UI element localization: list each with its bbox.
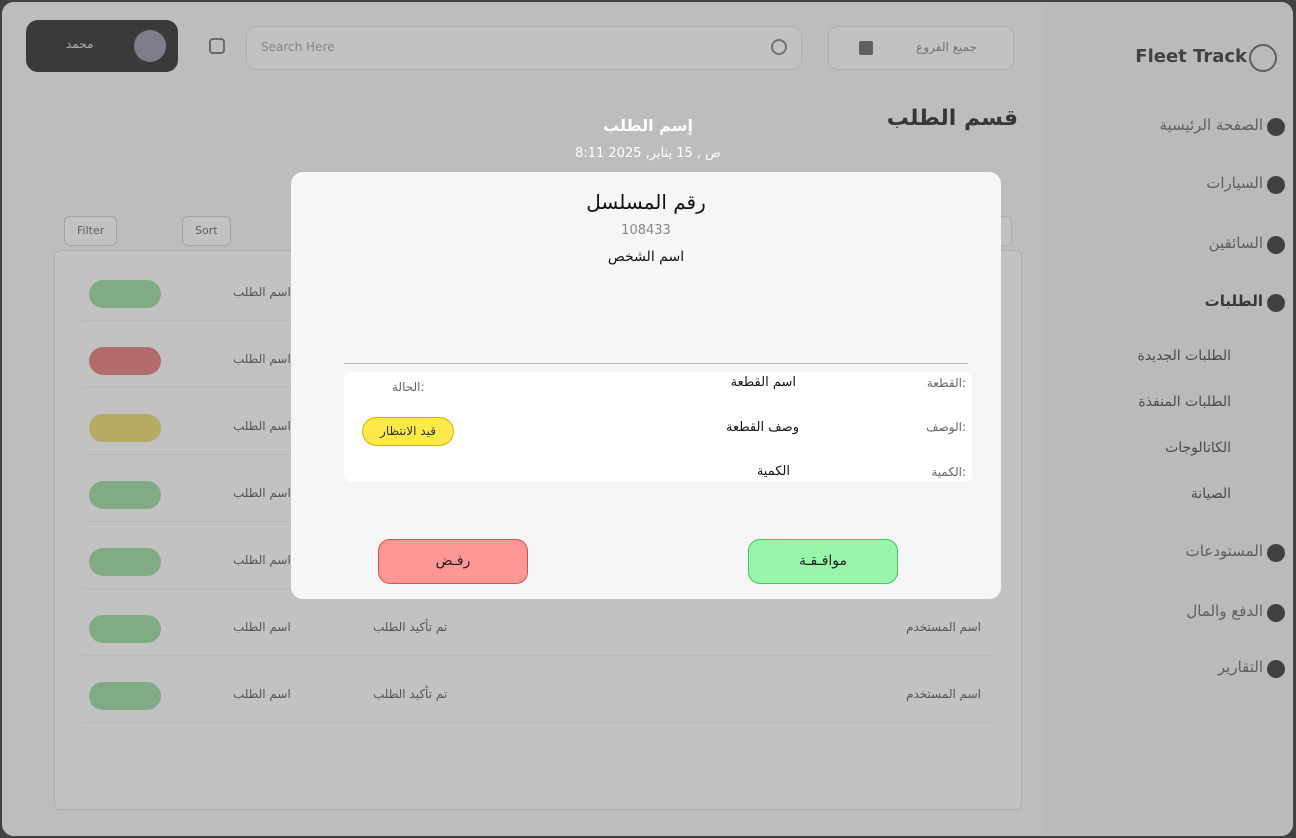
divider [344,363,968,364]
serial-label: رقم المسلسل [586,190,706,214]
details-card: القطعة: اسم القطعة الوصف: وصف القطعة الك… [344,372,972,482]
part-value: اسم القطعة [730,375,796,390]
approve-button[interactable]: موافـقـة [748,539,898,584]
desc-value: وصف القطعة [726,420,799,435]
qty-label: الكمية: [931,465,966,479]
reject-button[interactable]: رفـض [378,539,528,584]
qty-value: الكمية [756,464,790,479]
request-title: إسم الطلب [603,116,693,135]
status-badge: قيد الانتظار [362,417,454,446]
status-label: الحالة: [392,380,425,394]
person-name: اسم الشخص [607,249,685,265]
request-modal: رقم المسلسل 108433 اسم الشخص القطعة: اسم… [291,172,1001,599]
part-label: القطعة: [926,376,966,390]
request-date: 8:11 ص , 15 يناير, 2025 [575,146,721,161]
desc-label: الوصف: [926,420,966,434]
serial-number: 108433 [621,223,671,238]
